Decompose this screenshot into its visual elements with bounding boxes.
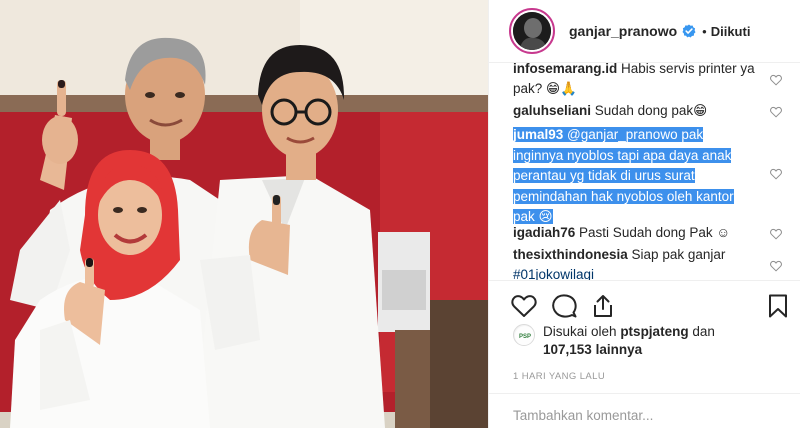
post-actions-bar — [489, 280, 800, 328]
header-separator: • — [702, 23, 707, 39]
bookmark-icon[interactable] — [765, 293, 791, 319]
comment-text: Pasti Sudah dong Pak ☺ — [579, 225, 731, 240]
comment-text-line: inginnya nyoblos tapi apa daya anak — [513, 147, 732, 163]
comment-like-heart-icon[interactable] — [770, 73, 782, 86]
comment-item-selected: jumal93 @ganjar_pranowo pak inginnya nyo… — [513, 125, 773, 228]
comment-text-line: perantau yg tidak di urus surat — [513, 168, 695, 183]
first-liker-link[interactable]: ptspjateng — [620, 324, 688, 339]
author-username[interactable]: ganjar_pranowo — [569, 23, 677, 39]
likes-summary: PSP Disukai oleh ptspjateng dan 107,153 … — [513, 323, 793, 359]
verified-badge-icon — [682, 24, 696, 38]
post-side-panel: ganjar_pranowo • Diikuti infosemarang.id… — [488, 0, 800, 428]
follow-status-button[interactable]: Diikuti — [711, 24, 751, 39]
comment-text-line: @ganjar_pranowo pak — [567, 127, 704, 142]
post-timestamp[interactable]: 1 HARI YANG LALU — [513, 371, 605, 382]
comment-item: thesixthindonesia Siap pak ganjar #01jok… — [513, 245, 773, 280]
post-photo[interactable] — [0, 0, 488, 428]
avatar-image — [513, 12, 551, 50]
comment-like-heart-icon[interactable] — [770, 259, 782, 272]
likes-prefix: Disukai oleh — [543, 324, 617, 339]
comment-like-heart-icon[interactable] — [770, 105, 782, 118]
comment-item: infosemarang.id Habis servis printer ya … — [513, 63, 773, 99]
comment-text: Siap pak ganjar — [631, 247, 726, 262]
instagram-post: ganjar_pranowo • Diikuti infosemarang.id… — [0, 0, 800, 428]
likes-count-link[interactable]: 107,153 — [543, 342, 592, 357]
liker-avatar[interactable]: PSP — [513, 324, 535, 346]
comments-list[interactable]: infosemarang.id Habis servis printer ya … — [489, 62, 800, 280]
comment-item: igadiah76 Pasti Sudah dong Pak ☺ — [513, 223, 773, 243]
author-avatar[interactable] — [509, 8, 555, 54]
comment-text-line: pak 😢 — [513, 209, 553, 224]
likes-suffix-link[interactable]: lainnya — [596, 342, 643, 357]
liker-avatar-logo-text: PSP — [519, 334, 531, 340]
likes-conjunction: dan — [692, 324, 715, 339]
comment-hashtag-link[interactable]: #01jokowilagi — [513, 267, 594, 280]
comment-like-heart-icon[interactable] — [770, 227, 782, 240]
comment-username[interactable]: igadiah76 — [513, 225, 575, 240]
photo-illustration — [0, 0, 488, 428]
heart-icon[interactable] — [511, 293, 537, 319]
comment-item: galuhseliani Sudah dong pak😁 — [513, 101, 773, 121]
comment-text: Sudah dong pak😁 — [594, 103, 708, 118]
comment-username[interactable]: jumal93 — [513, 127, 564, 142]
post-header: ganjar_pranowo • Diikuti — [489, 0, 800, 62]
comment-text-line: pemindahan hak nyoblos oleh kantor — [513, 188, 734, 204]
comment-username[interactable]: galuhseliani — [513, 103, 591, 118]
comment-username[interactable]: thesixthindonesia — [513, 247, 628, 262]
comment-like-heart-icon[interactable] — [770, 167, 782, 180]
share-icon[interactable] — [590, 293, 616, 319]
comment-username[interactable]: infosemarang.id — [513, 63, 617, 76]
add-comment-input[interactable]: Tambahkan komentar... — [489, 393, 800, 428]
likes-text: Disukai oleh ptspjateng dan 107,153 lain… — [543, 323, 715, 359]
comment-bubble-icon[interactable] — [551, 293, 577, 319]
